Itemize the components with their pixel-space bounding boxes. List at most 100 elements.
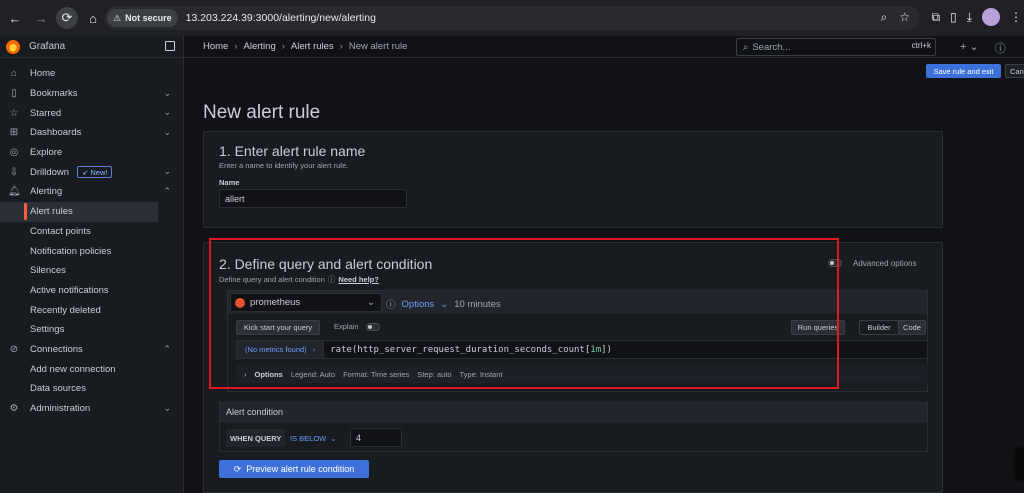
sync-icon: ⟳ — [233, 463, 242, 474]
reload-icon[interactable]: ⟳ — [56, 7, 78, 29]
code-tab[interactable]: Code — [898, 320, 926, 335]
breadcrumb-alerting[interactable]: Alerting — [244, 41, 276, 52]
sidebar-item-bookmarks[interactable]: ▯ Bookmarks ⌄ — [0, 84, 183, 104]
search-shortcut: ctrl+k — [911, 41, 931, 50]
sidebar-item-notification-policies[interactable]: Notification policies — [0, 241, 183, 261]
sidebar-item-label: Connections — [30, 343, 83, 355]
forward-arrow-icon[interactable]: → — [30, 7, 52, 29]
sidebar-item-label: Explore — [30, 147, 63, 159]
grafana-logo-icon — [6, 39, 20, 54]
sidebar-item-label: Alert rules — [30, 206, 73, 218]
cancel-button[interactable]: Can — [1005, 64, 1024, 78]
profile-avatar[interactable] — [982, 8, 1000, 26]
search-input[interactable]: ⌕ Search... ctrl+k — [736, 38, 936, 56]
sidebar-item-dashboards[interactable]: ⊞ Dashboards ⌄ — [0, 123, 183, 143]
breadcrumb-home[interactable]: Home — [203, 41, 228, 52]
chevron-down-icon[interactable]: ⌄ — [163, 403, 171, 414]
menu-dots-icon[interactable]: ⋮ — [1010, 10, 1022, 24]
sidebar-item-label: Notification policies — [30, 245, 112, 257]
threshold-input[interactable]: 4 — [350, 428, 402, 447]
chevron-up-icon[interactable]: ⌃ — [163, 186, 171, 197]
side-panel-icon[interactable]: ▯ — [950, 10, 957, 24]
connections-icon: ⊘ — [9, 343, 19, 355]
chevron-down-icon[interactable]: ⌄ — [163, 88, 171, 99]
sidebar-item-label: Add new connection — [30, 363, 116, 375]
sidebar-item-add-new-connection[interactable]: Add new connection — [0, 359, 183, 379]
sidebar-item-label: Contact points — [30, 225, 91, 237]
zoom-icon[interactable]: ⌕ — [881, 10, 888, 25]
nav-list: ⌂ Home ▯ Bookmarks ⌄ ☆ Starred ⌄ ⊞ Dashb… — [0, 58, 183, 418]
preview-button-label: Preview alert rule condition — [246, 464, 355, 474]
downloads-icon[interactable]: ⤓ — [967, 10, 972, 25]
section-description: Enter a name to identify your alert rule… — [219, 161, 349, 170]
home-browser-icon[interactable]: ⌂ — [82, 7, 104, 29]
warning-icon: ⚠ — [113, 12, 122, 23]
home-icon: ⌂ — [10, 68, 18, 80]
sidebar-item-drilldown[interactable]: ⇩ Drilldown ➶ New! ⌄ — [0, 162, 183, 182]
side-widget[interactable] — [1014, 447, 1024, 481]
page-title: New alert rule — [203, 102, 321, 123]
sidebar-item-label: Administration — [30, 403, 91, 415]
chevron-down-icon[interactable]: ⌄ — [163, 107, 171, 118]
sidebar: Grafana ⌂ Home ▯ Bookmarks ⌄ ☆ Starred ⌄… — [0, 36, 184, 493]
save-rule-button[interactable]: Save rule and exit — [926, 64, 1001, 78]
search-placeholder: Search... — [752, 41, 791, 53]
back-arrow-icon[interactable]: ← — [4, 7, 26, 29]
sidebar-item-contact-points[interactable]: Contact points — [0, 222, 183, 242]
rule-name-input[interactable]: allert — [219, 189, 407, 208]
sidebar-item-settings[interactable]: Settings — [0, 320, 183, 340]
top-bar: Home › Alerting › Alert rules › New aler… — [184, 36, 1024, 58]
drilldown-icon: ⇩ — [9, 166, 19, 178]
builder-tab[interactable]: Builder — [859, 320, 899, 335]
brand[interactable]: Grafana — [0, 36, 183, 58]
compass-icon: ◎ — [9, 147, 19, 159]
sidebar-item-administration[interactable]: ⚙ Administration ⌄ — [0, 399, 183, 419]
sidebar-item-active-notifications[interactable]: Active notifications — [0, 281, 183, 301]
chevron-down-icon: ⌄ — [330, 433, 337, 443]
browser-toolbar: ← → ⟳ ⌂ ⚠ Not secure 13.203.224.39:3000/… — [0, 0, 1024, 36]
cog-icon: ⚙ — [9, 403, 19, 415]
chevron-up-icon[interactable]: ⌃ — [163, 344, 171, 355]
dock-menu-icon[interactable] — [165, 41, 175, 51]
sidebar-item-label: Bookmarks — [30, 88, 78, 100]
breadcrumb-current: New alert rule — [348, 41, 408, 52]
chevron-down-icon[interactable]: ⌄ — [163, 127, 171, 138]
sidebar-item-home[interactable]: ⌂ Home — [0, 64, 183, 84]
bell-icon: 🔔︎ — [8, 186, 21, 198]
name-label: Name — [219, 178, 240, 187]
security-chip[interactable]: ⚠ Not secure — [107, 9, 178, 27]
breadcrumb-separator-icon: › — [234, 41, 238, 52]
sidebar-item-starred[interactable]: ☆ Starred ⌄ — [0, 103, 183, 123]
when-query-label: WHEN QUERY — [226, 429, 286, 447]
sidebar-item-label: Recently deleted — [30, 304, 101, 316]
preview-condition-button[interactable]: ⟳ Preview alert rule condition — [219, 460, 369, 478]
sidebar-item-recently-deleted[interactable]: Recently deleted — [0, 300, 183, 320]
breadcrumb-alert-rules[interactable]: Alert rules — [291, 41, 334, 52]
operator-select[interactable]: IS BELOW ⌄ — [290, 429, 337, 447]
sidebar-item-silences[interactable]: Silences — [0, 261, 183, 281]
sidebar-item-label: Starred — [30, 107, 62, 119]
extensions-icon[interactable]: ⧉ — [932, 10, 941, 25]
advanced-options-label: Advanced options — [853, 259, 917, 268]
add-icon[interactable]: + ⌄ — [960, 40, 979, 56]
url-text[interactable]: 13.203.224.39:3000/alerting/new/alerting — [186, 12, 376, 24]
sidebar-item-label: Settings — [30, 324, 65, 336]
sidebar-item-label: Silences — [30, 265, 66, 277]
breadcrumb-separator-icon: › — [339, 41, 343, 52]
new-badge-label: New! — [90, 167, 108, 177]
address-bar[interactable]: ⚠ Not secure 13.203.224.39:3000/alerting… — [104, 6, 920, 30]
sidebar-item-label: Data sources — [30, 383, 86, 395]
breadcrumb-separator-icon: › — [281, 41, 285, 52]
sidebar-item-data-sources[interactable]: Data sources — [0, 379, 183, 399]
operator-value: IS BELOW — [290, 433, 327, 443]
sidebar-item-connections[interactable]: ⊘ Connections ⌃ — [0, 340, 183, 360]
sidebar-item-alert-rules[interactable]: Alert rules — [0, 201, 158, 222]
sidebar-item-label: Drilldown — [30, 166, 70, 178]
bookmark-star-icon[interactable]: ☆ — [899, 10, 910, 25]
rocket-icon: ➶ — [82, 167, 89, 177]
sidebar-item-explore[interactable]: ◎ Explore — [0, 143, 183, 163]
highlight-box — [209, 238, 839, 389]
sidebar-item-alerting[interactable]: 🔔︎ Alerting ⌃ — [0, 182, 183, 202]
chevron-down-icon[interactable]: ⌄ — [163, 166, 171, 177]
help-icon[interactable]: ⓘ — [995, 40, 1006, 56]
